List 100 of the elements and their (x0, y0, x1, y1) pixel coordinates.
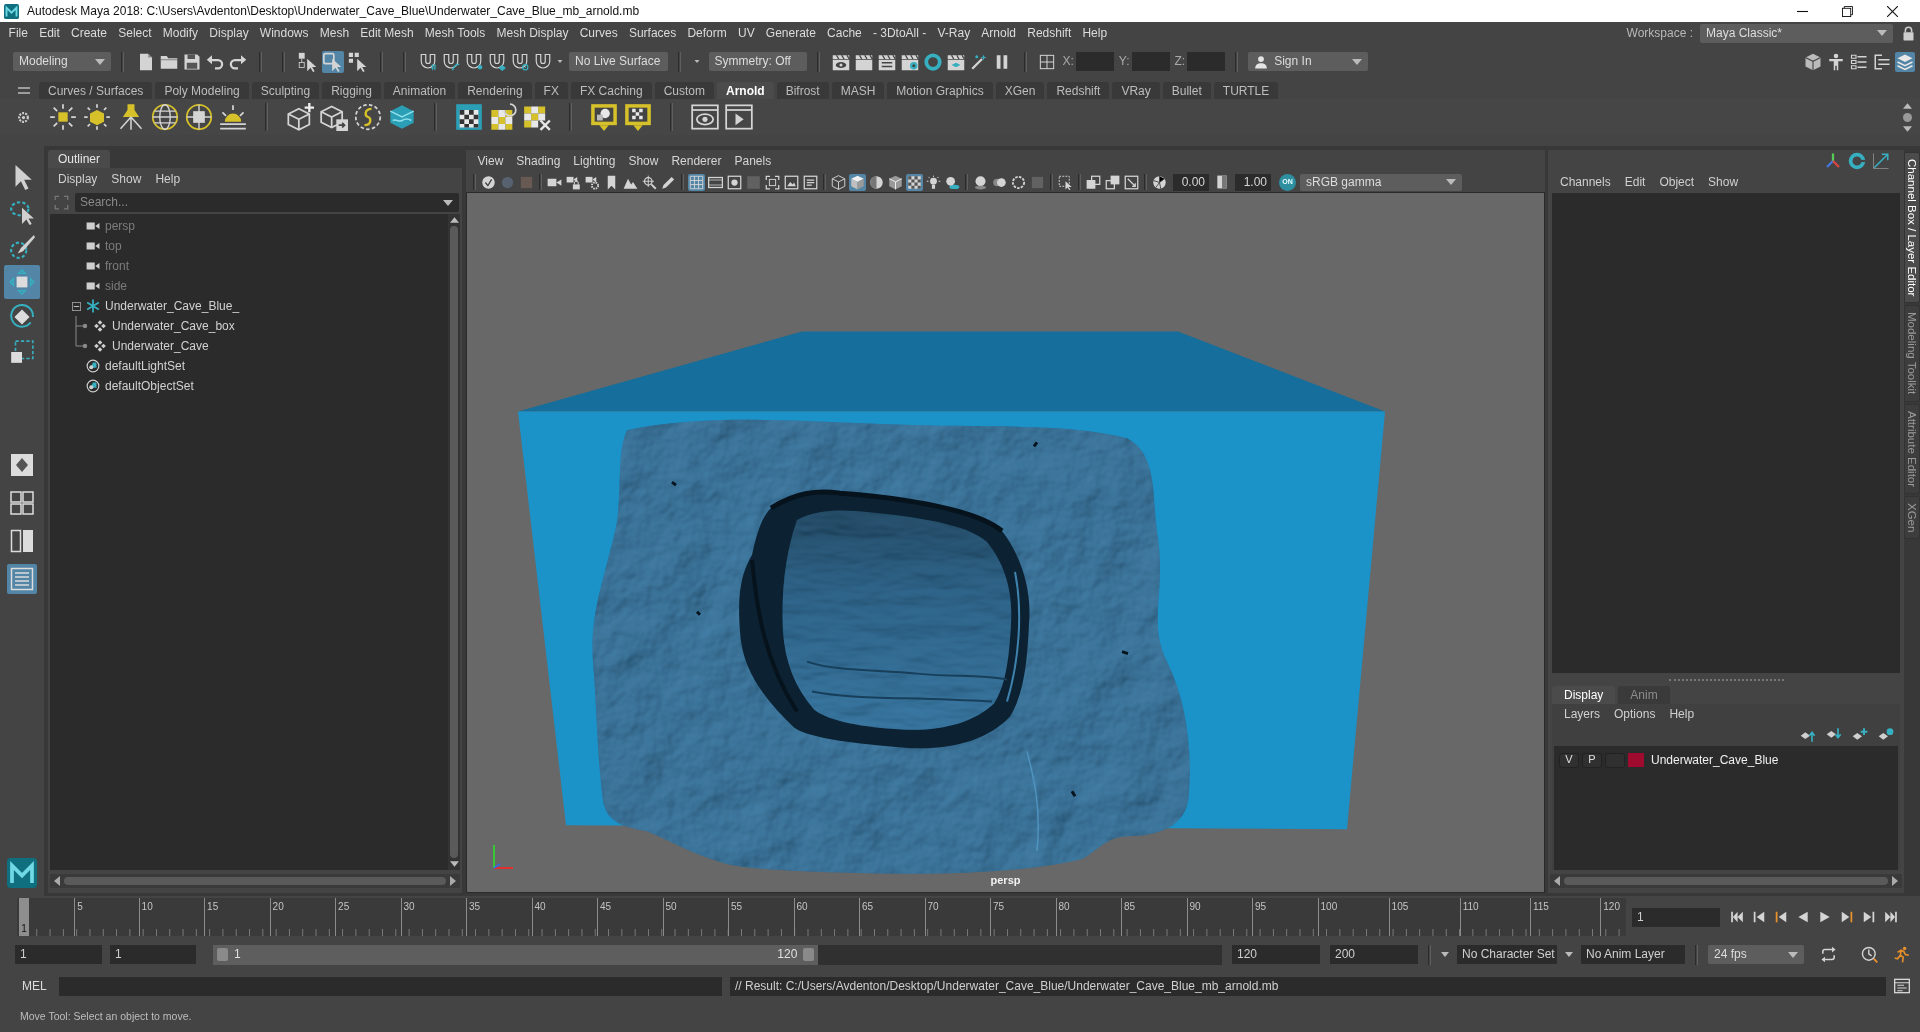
spot-light-icon[interactable] (117, 103, 145, 131)
shelf-tab[interactable]: TURTLE (1213, 82, 1279, 99)
shelf-tab[interactable]: Poly Modeling (155, 82, 249, 99)
menu-item[interactable]: File (3, 25, 34, 41)
outliner-item[interactable]: Underwater_Cave_Blue_ (50, 296, 448, 316)
shelf-tab[interactable]: Curves / Surfaces (39, 82, 153, 99)
scroll-up-icon[interactable] (449, 217, 459, 223)
shelf-tab[interactable]: MASH (831, 82, 885, 99)
skip-to-end-icon[interactable] (1884, 910, 1898, 924)
cube-icon[interactable] (849, 173, 866, 191)
close-icon[interactable] (1887, 5, 1898, 17)
layers-icon[interactable] (1894, 51, 1915, 72)
end-time-field[interactable]: 200 (1330, 945, 1418, 964)
start-time-field[interactable]: 1 (15, 945, 102, 964)
coordinate-field[interactable] (1187, 52, 1226, 71)
caret-icon[interactable] (443, 199, 453, 206)
live-surface-field[interactable]: No Live Surface (569, 52, 668, 71)
menu-item[interactable]: Show (1701, 174, 1746, 190)
caret-icon[interactable] (1441, 952, 1449, 957)
outliner-item[interactable]: Underwater_Cave (50, 336, 448, 356)
menu-item[interactable]: Curves (574, 25, 624, 41)
overlap-squares-icon[interactable] (1085, 173, 1102, 191)
step-back-icon[interactable] (1752, 910, 1766, 924)
menu-item[interactable]: Mesh Tools (419, 25, 491, 41)
clock-icon[interactable] (1861, 946, 1878, 963)
scrollbar-thumb[interactable] (64, 877, 446, 885)
horizontal-scrollbar[interactable] (50, 874, 460, 888)
shader-frame-icon[interactable] (590, 103, 618, 131)
cube-light-icon[interactable] (83, 103, 111, 131)
gate-icon[interactable] (726, 173, 743, 191)
menu-item[interactable]: - 3DtoAll - (867, 25, 932, 41)
play-icon[interactable] (1818, 910, 1832, 924)
resize-frame-icon[interactable] (1123, 173, 1140, 191)
menu-item[interactable]: Help (1662, 706, 1702, 722)
coordinate-field[interactable] (1131, 52, 1170, 71)
checker-refresh-icon[interactable] (489, 103, 517, 131)
loop-icon[interactable] (1820, 946, 1837, 963)
menu-item[interactable]: Cache (821, 25, 868, 41)
diagonal-arrow-icon[interactable] (1872, 152, 1890, 170)
menu-item[interactable]: Options (1607, 706, 1663, 722)
restore-icon[interactable] (1842, 5, 1853, 17)
current-frame-field[interactable]: 1 (1632, 907, 1720, 927)
layer-add-icon[interactable] (1852, 727, 1868, 743)
scrollbar-thumb[interactable] (450, 226, 458, 858)
menu-item[interactable]: Select (112, 25, 158, 41)
sign-in-button[interactable]: Sign In (1248, 52, 1369, 71)
check-circle-icon[interactable] (480, 173, 497, 191)
menu-item[interactable]: Surfaces (623, 25, 682, 41)
cube-tools-icon[interactable] (1802, 51, 1823, 72)
overlap-squares-icon[interactable] (1104, 173, 1121, 191)
shelf-tab[interactable]: Rendering (458, 82, 532, 99)
shelf-tab[interactable]: Motion Graphics (887, 82, 993, 99)
menu-item[interactable]: Arnold (975, 25, 1022, 41)
vertical-scrollbar[interactable] (448, 214, 460, 870)
script-language-toggle[interactable]: MEL (22, 978, 50, 994)
gamma-field[interactable]: 1.00 (1235, 173, 1271, 191)
select-component-icon[interactable] (346, 50, 369, 73)
select-hierarchy-icon[interactable] (296, 50, 319, 73)
shelf-tab[interactable]: FX Caching (570, 82, 652, 99)
layer-dot-icon[interactable] (1878, 727, 1894, 743)
range-slider[interactable]: 1 120 (213, 944, 1222, 965)
caret-icon[interactable] (692, 59, 701, 64)
menu-item[interactable]: Display (203, 25, 255, 41)
shelf-tab[interactable]: Bifrost (776, 82, 829, 99)
zoom-crosshair-icon[interactable] (641, 173, 658, 191)
scroll-left-icon[interactable] (1554, 876, 1560, 886)
view-transform-dropdown[interactable]: sRGB gamma (1300, 173, 1462, 191)
key-forward-icon[interactable] (1840, 910, 1854, 924)
shelf-tab[interactable]: Arnold (716, 82, 774, 99)
fps-dropdown[interactable]: 24 fps (1708, 945, 1804, 964)
select-object-icon[interactable] (321, 50, 344, 73)
grid-icon[interactable] (688, 173, 705, 191)
menu-item[interactable]: Shading (509, 153, 567, 169)
command-field[interactable] (59, 976, 722, 996)
step-forward-icon[interactable] (1862, 910, 1876, 924)
shelf-tab[interactable]: XGen (995, 82, 1045, 99)
side-tab[interactable]: Channel Box / Layer Editor (1904, 152, 1920, 304)
scroll-right-icon[interactable] (450, 876, 456, 886)
cube-arrow-icon[interactable] (320, 103, 348, 131)
range-bar[interactable] (213, 944, 819, 965)
dashed-curve-icon[interactable] (354, 103, 382, 131)
playback-toggle[interactable]: P (1582, 752, 1602, 768)
menu-item[interactable]: Windows (254, 25, 315, 41)
shelf-tab[interactable]: Rigging (322, 82, 381, 99)
menu-item[interactable]: Lighting (566, 153, 622, 169)
wire-cube-icon[interactable] (830, 173, 847, 191)
menu-item[interactable]: Redshift (1021, 25, 1077, 41)
scroll-down-icon[interactable] (449, 861, 459, 867)
circle-icon[interactable] (1903, 112, 1912, 122)
wire-shaded-cube-icon[interactable] (887, 173, 904, 191)
sphere-icon[interactable] (972, 173, 989, 191)
side-tab[interactable]: XGen (1904, 495, 1920, 540)
menu-item[interactable]: Edit (1617, 174, 1653, 190)
menu-item[interactable]: Object (1652, 174, 1702, 190)
menu-item[interactable]: Show (104, 171, 149, 187)
shelf-menu-icon[interactable] (18, 86, 30, 94)
lines-frame-icon[interactable] (802, 173, 819, 191)
play-window-icon[interactable] (725, 103, 753, 131)
menu-item[interactable]: Display (51, 171, 105, 187)
shelf-tab[interactable]: FX (534, 82, 568, 99)
